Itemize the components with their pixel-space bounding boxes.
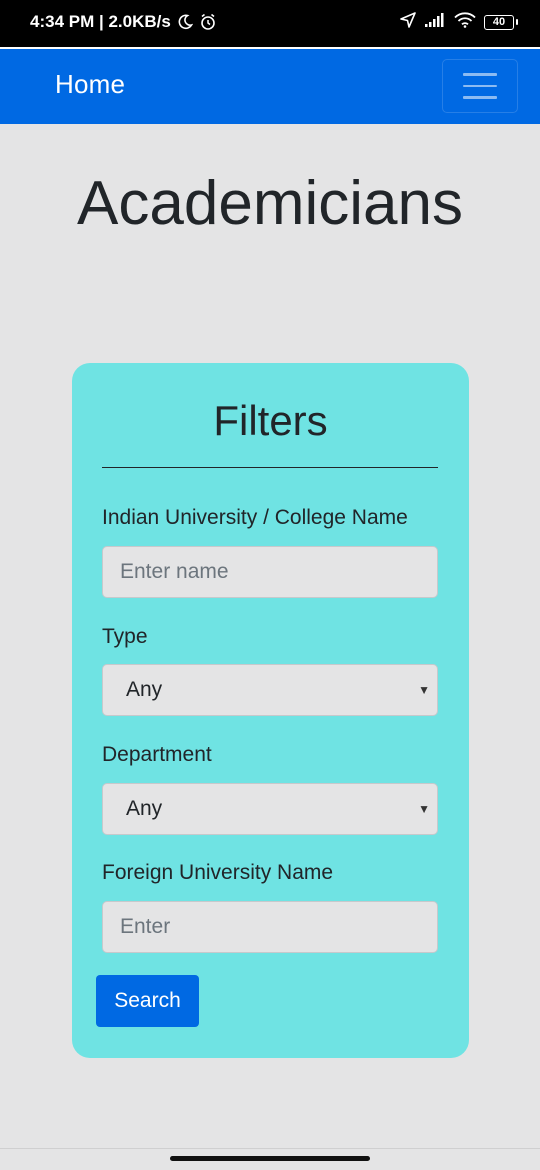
hamburger-menu-icon-bar bbox=[463, 84, 497, 88]
filters-card: Filters Indian University / College Name… bbox=[72, 363, 469, 1058]
department-select[interactable]: Any ▼ bbox=[102, 783, 438, 835]
status-left: 4:34 PM | 2.0KB/s bbox=[30, 12, 217, 32]
caret-down-icon: ▼ bbox=[418, 683, 430, 697]
home-indicator[interactable] bbox=[170, 1156, 370, 1161]
type-selected-value: Any bbox=[126, 678, 163, 701]
page-title: Academicians bbox=[77, 169, 463, 238]
foreign-university-input[interactable] bbox=[102, 901, 438, 953]
status-right: 40 bbox=[400, 12, 518, 33]
foreign-university-label: Foreign University Name bbox=[102, 861, 334, 884]
battery-level: 40 bbox=[492, 16, 506, 28]
navigation-arrow-icon bbox=[400, 12, 416, 33]
university-label: Indian University / College Name bbox=[102, 506, 408, 529]
department-selected-value: Any bbox=[126, 797, 163, 820]
filters-divider bbox=[102, 467, 438, 468]
type-label: Type bbox=[102, 625, 148, 648]
signal-icon bbox=[424, 12, 446, 33]
department-label: Department bbox=[102, 743, 212, 766]
hamburger-menu-button[interactable] bbox=[442, 59, 518, 113]
navbar: Home bbox=[0, 47, 540, 124]
bottom-divider bbox=[0, 1148, 540, 1149]
hamburger-menu-icon-bar bbox=[463, 73, 497, 76]
type-select[interactable]: Any ▼ bbox=[102, 664, 438, 716]
moon-icon bbox=[177, 14, 193, 30]
status-time-speed: 4:34 PM | 2.0KB/s bbox=[30, 12, 171, 31]
university-name-input[interactable] bbox=[102, 546, 438, 598]
caret-down-icon: ▼ bbox=[418, 802, 430, 816]
navbar-brand-home-link[interactable]: Home bbox=[55, 69, 125, 100]
hamburger-menu-icon-bar bbox=[463, 96, 497, 99]
search-button[interactable]: Search bbox=[96, 975, 199, 1027]
battery-icon: 40 bbox=[484, 15, 518, 30]
alarm-icon bbox=[199, 13, 217, 31]
status-bar: 4:34 PM | 2.0KB/s 40 bbox=[0, 0, 540, 47]
wifi-icon bbox=[454, 12, 476, 33]
filters-title: Filters bbox=[213, 397, 328, 444]
